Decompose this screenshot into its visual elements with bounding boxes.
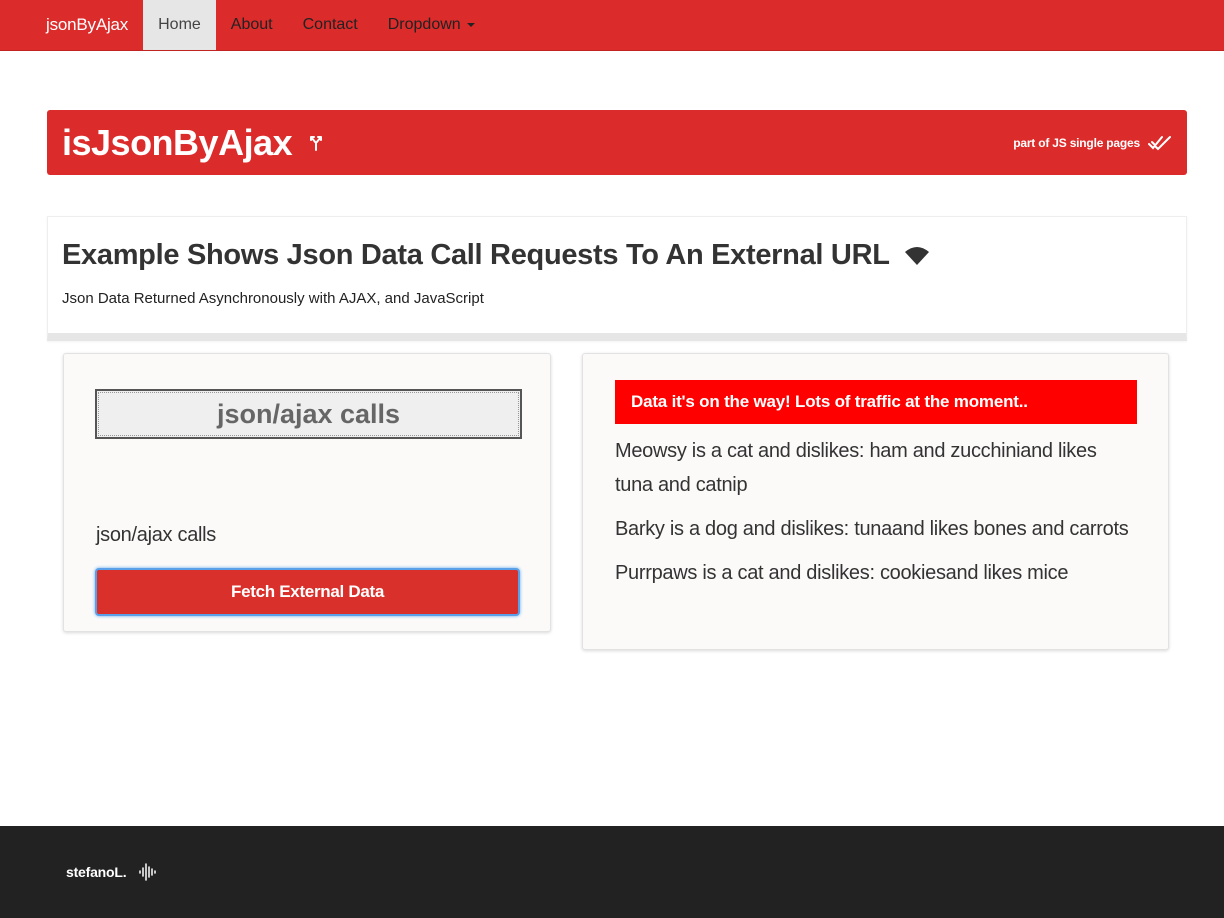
intro-panel: Example Shows Json Data Call Requests To… [47,216,1187,341]
double-check-icon [1148,135,1172,151]
nav-item-about[interactable]: About [216,0,288,50]
list-item: Barky is a dog and dislikes: tunaand lik… [615,518,1129,540]
banner-tagline: part of JS single pages [1013,135,1172,151]
brand-link[interactable]: jsonByAjax [0,0,143,50]
footer-author: stefanoL. [66,864,127,880]
results-card: Data it's on the way! Lots of traffic at… [582,353,1169,650]
calls-label: json/ajax calls [96,524,217,546]
banner-title-text: isJsonByAjax [62,121,293,163]
ajax-calls-card: json/ajax calls json/ajax calls Fetch Ex… [63,353,551,632]
page-footer: stefanoL. [0,826,1224,918]
page-heading: Example Shows Json Data Call Requests To… [62,239,1172,272]
nav-item-dropdown[interactable]: Dropdown [373,0,490,50]
nav-menu: Home About Contact Dropdown [143,0,490,50]
wifi-icon [904,246,930,266]
top-navbar: jsonByAjax Home About Contact Dropdown [0,0,1224,51]
list-item: Meowsy is a cat and dislikes: ham and zu… [615,440,1097,496]
list-item: Purrpaws is a cat and dislikes: cookiesa… [615,562,1069,584]
nav-item-home[interactable]: Home [143,0,216,50]
caret-down-icon [466,23,475,27]
loading-alert: Data it's on the way! Lots of traffic at… [615,380,1137,424]
dropdown-label: Dropdown [387,16,461,33]
audio-wave-icon [138,863,158,881]
page-heading-text: Example Shows Json Data Call Requests To… [62,239,890,271]
banner-tagline-text: part of JS single pages [1013,135,1140,150]
page-subtext: Json Data Returned Asynchronously with A… [62,290,484,307]
fetch-external-data-button[interactable]: Fetch External Data [95,568,520,616]
header-banner: isJsonByAjax part of JS single pages [47,110,1187,175]
results-list: Meowsy is a cat and dislikes: ham and zu… [615,434,1135,600]
nav-item-contact[interactable]: Contact [288,0,373,50]
fork-icon [308,135,324,151]
calls-title-box: json/ajax calls [95,389,522,439]
banner-title: isJsonByAjax [62,122,324,164]
